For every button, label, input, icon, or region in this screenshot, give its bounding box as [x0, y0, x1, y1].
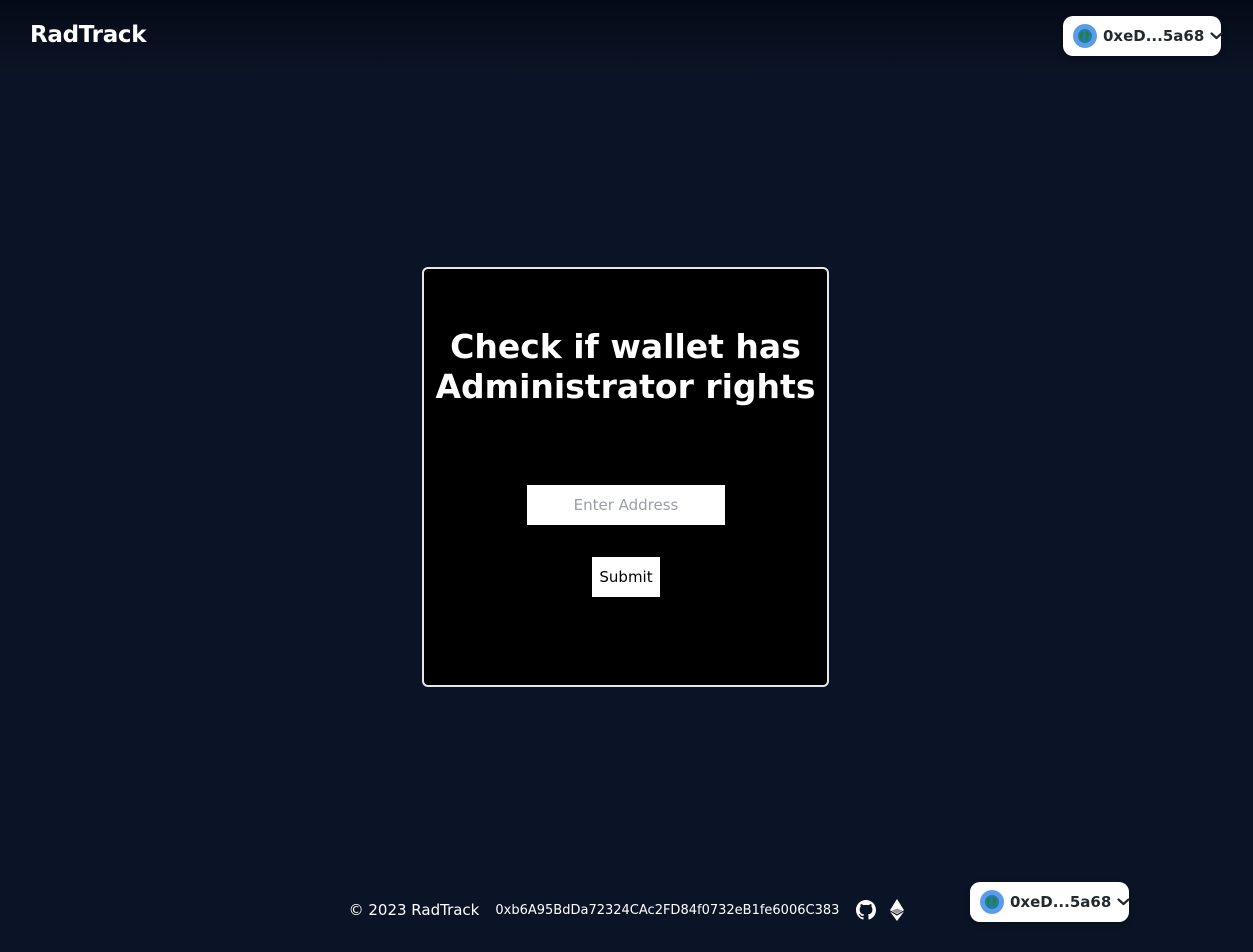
chevron-down-icon — [1210, 32, 1223, 40]
card-title: Check if wallet has Administrator rights — [435, 327, 816, 406]
contract-address[interactable]: 0xb6A95BdDa72324CAc2FD84f0732eB1fe6006C3… — [495, 903, 839, 918]
brand-logo[interactable]: RadTrack — [30, 22, 147, 48]
globe-icon — [1073, 24, 1097, 48]
top-header: RadTrack 0xeD...5a68 — [0, 0, 1253, 74]
submit-button[interactable]: Submit — [592, 557, 660, 597]
ethereum-icon[interactable] — [890, 899, 905, 921]
copyright-text: © 2023 RadTrack — [348, 901, 480, 919]
wallet-account-button[interactable]: 0xeD...5a68 — [1063, 16, 1223, 56]
address-input[interactable] — [527, 485, 725, 525]
admin-check-card: Check if wallet has Administrator rights… — [422, 267, 1130, 922]
footer: © 2023 RadTrack 0xb6A95BdDa72324CAc2FD84… — [0, 896, 1253, 924]
wallet-address: 0xeD...5a68 — [1103, 27, 1205, 45]
github-icon[interactable] — [856, 900, 877, 920]
